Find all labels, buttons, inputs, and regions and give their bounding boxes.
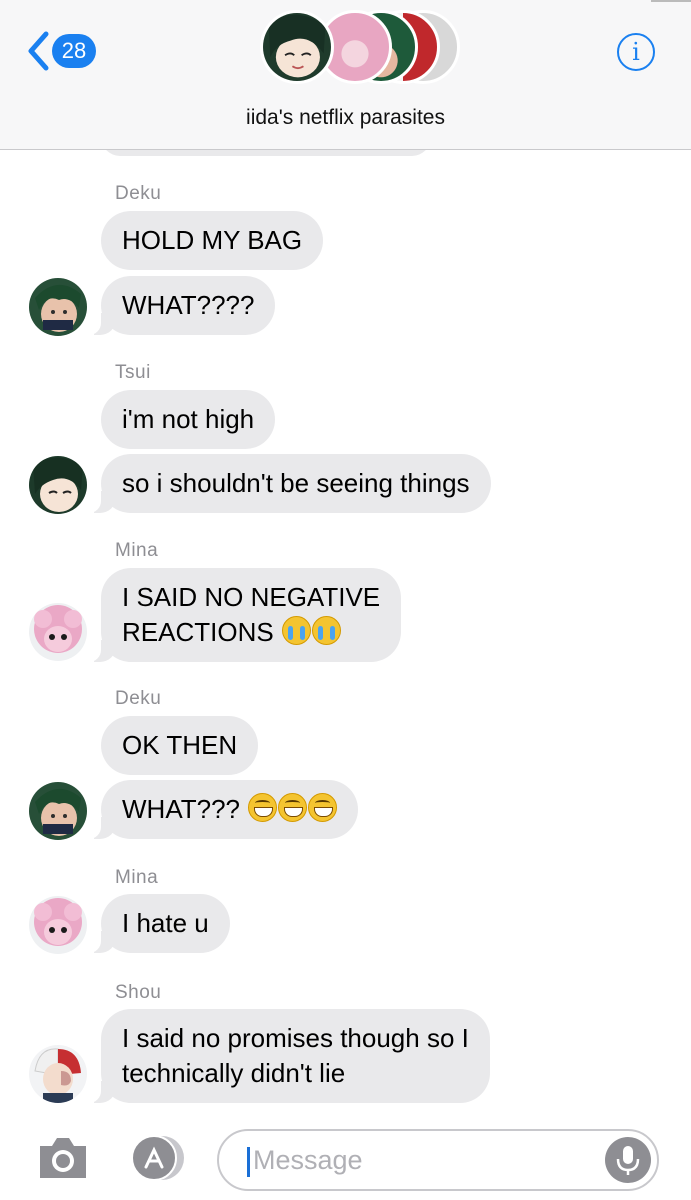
message-bubble[interactable]: WHAT????: [88, 276, 276, 335]
message-bubble[interactable]: I said no promises though so I technical…: [89, 1009, 490, 1103]
message-bubble[interactable]: OK THEN: [101, 716, 259, 775]
dictation-button[interactable]: [605, 1137, 651, 1183]
grinning-face-icon: [308, 793, 338, 822]
sender-name: Tsui: [115, 362, 151, 383]
microphone-icon: [616, 1146, 640, 1175]
group-name[interactable]: iida's netflix parasites: [0, 106, 691, 130]
message-line: REACTIONS: [122, 617, 274, 647]
conversation-header: 28 iida's netflix parasites i: [0, 0, 691, 150]
deku-avatar[interactable]: [29, 782, 87, 840]
mina-avatar[interactable]: [29, 603, 87, 661]
unread-count-badge: 28: [52, 34, 96, 68]
app-store-button[interactable]: [124, 1134, 188, 1187]
message-bubble[interactable]: HOLD MY BAG: [101, 211, 324, 270]
info-button[interactable]: i: [617, 33, 655, 71]
app-store-icon: [131, 1135, 184, 1181]
message-bubble[interactable]: I SAID NO NEGATIVE REACTIONS: [88, 568, 402, 662]
back-button[interactable]: 28: [26, 30, 96, 72]
group-member-avatar-tsui: [260, 10, 334, 84]
message-bubble[interactable]: i'm not high: [101, 390, 276, 449]
mina-face-icon: [29, 603, 87, 661]
shou-face-icon: [29, 1045, 87, 1103]
tsui-face-icon: [29, 456, 87, 514]
message-placeholder: Message: [253, 1145, 363, 1175]
loudly-crying-face-icon: [311, 616, 341, 645]
shou-avatar[interactable]: [29, 1045, 87, 1103]
message-line-with-emoji: REACTIONS: [122, 615, 380, 650]
chevron-left-icon: [28, 31, 49, 71]
sender-name: Deku: [115, 183, 162, 204]
text-caret: [247, 1147, 250, 1177]
sender-name: Shou: [115, 982, 162, 1003]
message-thread[interactable]: Deku HOLD MY BAG WHAT???? Tsui i'm not h…: [0, 0, 691, 1200]
camera-icon: [40, 1138, 86, 1178]
tsui-face-icon: [263, 13, 331, 81]
message-line: technically didn't lie: [122, 1058, 346, 1088]
sender-name: Mina: [115, 867, 159, 888]
message-bubble[interactable]: so i shouldn't be seeing things: [89, 454, 491, 513]
deku-avatar[interactable]: [29, 278, 87, 336]
grinning-face-icon: [248, 793, 278, 822]
deku-face-icon: [29, 782, 87, 840]
status-bar-fragment: [651, 0, 691, 2]
message-bubble[interactable]: WHAT???: [88, 780, 359, 839]
message-text: WHAT???: [122, 794, 240, 824]
message-line: I SAID NO NEGATIVE: [122, 582, 381, 612]
loudly-crying-face-icon: [281, 616, 311, 645]
mina-face-icon: [29, 896, 87, 954]
message-input[interactable]: Message: [217, 1129, 659, 1191]
deku-face-icon: [29, 278, 87, 336]
sender-name: Mina: [115, 540, 159, 561]
tsui-avatar[interactable]: [29, 456, 87, 514]
camera-button[interactable]: [36, 1134, 90, 1185]
message-line: I said no promises though so I: [122, 1023, 469, 1053]
group-avatar-stack[interactable]: [260, 10, 460, 90]
grinning-face-icon: [278, 793, 308, 822]
sender-name: Deku: [115, 688, 162, 709]
mina-avatar[interactable]: [29, 896, 87, 954]
message-bubble[interactable]: I hate u: [89, 894, 230, 953]
compose-bar: Message: [0, 1115, 691, 1200]
